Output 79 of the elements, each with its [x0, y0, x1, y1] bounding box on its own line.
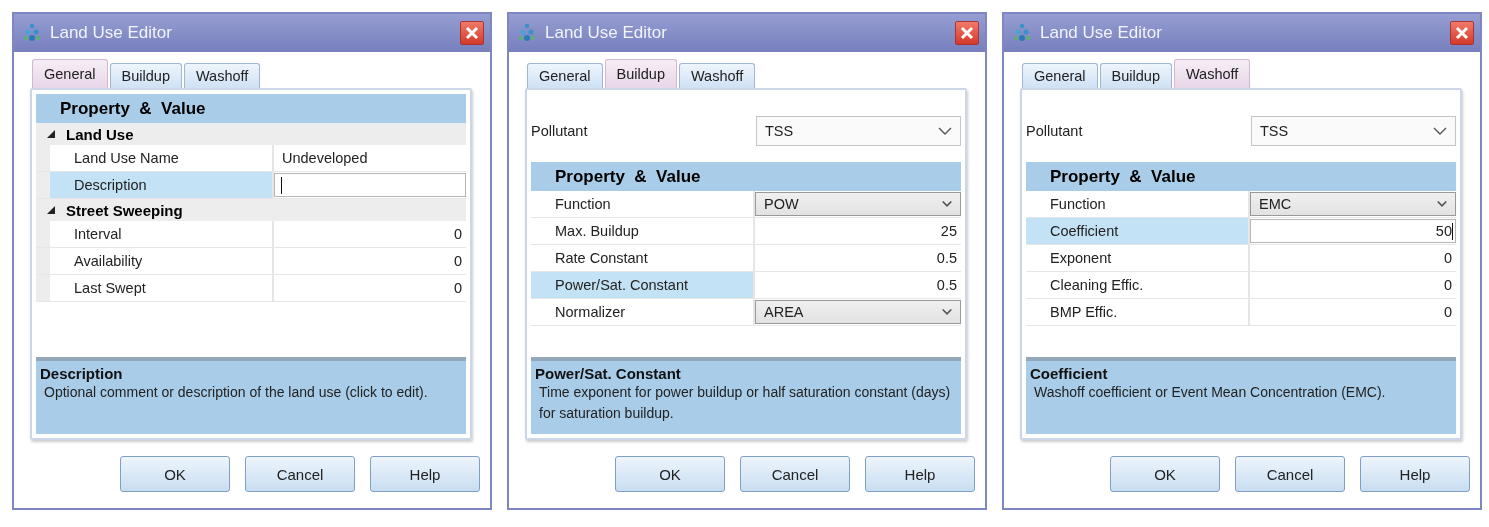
tab[interactable]: Buildup	[1099, 63, 1172, 88]
tab[interactable]: Washoff	[183, 63, 261, 88]
close-button[interactable]	[1450, 21, 1474, 45]
dialog-button[interactable]: Cancel	[1235, 456, 1345, 492]
dialog-button[interactable]: Help	[370, 456, 480, 492]
dialog-button[interactable]: Cancel	[245, 456, 355, 492]
chevron-icon	[1437, 200, 1447, 208]
value-field[interactable]	[274, 173, 466, 197]
value-dropdown[interactable]: AREA	[755, 300, 961, 324]
pollutant-label: Pollutant	[1026, 123, 1084, 139]
description-text: Optional comment or description of the land use (click to edit).	[43, 383, 429, 402]
close-icon	[1455, 26, 1469, 40]
property-name[interactable]: Max. Buildup	[531, 218, 755, 244]
dialog-button[interactable]: OK	[1110, 456, 1220, 492]
description-title: Power/Sat. Constant	[535, 365, 682, 382]
chevron-icon	[942, 200, 952, 208]
property-name[interactable]: BMP Effic.	[1026, 299, 1250, 325]
window-title: Land Use Editor	[545, 23, 668, 43]
property-name[interactable]: Cleaning Effic.	[1026, 272, 1250, 298]
property-name[interactable]: Power/Sat. Constant	[531, 272, 755, 298]
text-cursor	[281, 176, 282, 194]
grid-header: Property & Value	[1026, 162, 1456, 191]
tab[interactable]: Washoff	[678, 63, 756, 88]
tab[interactable]: Buildup	[604, 59, 677, 88]
chevron-icon	[938, 126, 952, 136]
property-name[interactable]: Exponent	[1026, 245, 1250, 271]
property-name[interactable]: Interval	[50, 221, 274, 247]
description-text: Time exponent for power buildup or half saturation constant (days) for saturation buildup.	[538, 383, 952, 423]
droplets-icon	[517, 23, 537, 43]
tab[interactable]: Washoff	[1173, 59, 1251, 88]
property-name[interactable]: Last Swept	[50, 275, 274, 301]
description-title: Description	[40, 365, 124, 382]
chevron-icon	[1433, 126, 1447, 136]
pollutant-label: Pollutant	[531, 123, 589, 139]
property-value: 0	[1442, 276, 1453, 295]
category-label: Land Use	[66, 125, 134, 143]
property-value: 0	[1442, 249, 1453, 268]
property-name[interactable]: Coefficient	[1026, 218, 1250, 244]
droplets-icon	[22, 23, 42, 43]
description-text: Washoff coefficient or Event Mean Concentration (EMC).	[1033, 383, 1387, 402]
grid-header: Property & Value	[36, 94, 466, 123]
expanded-triangle-icon[interactable]	[47, 130, 55, 138]
dialog-button[interactable]: Help	[865, 456, 975, 492]
property-name[interactable]: Availability	[50, 248, 274, 274]
property-value: 0	[452, 252, 463, 271]
property-value: 0	[452, 225, 463, 244]
tab[interactable]: General	[1022, 63, 1098, 88]
property-value: 25	[939, 222, 958, 241]
tab[interactable]: General	[32, 59, 108, 88]
value-dropdown[interactable]: POW	[755, 192, 961, 216]
window-title: Land Use Editor	[50, 23, 173, 43]
dialog-button[interactable]: Cancel	[740, 456, 850, 492]
pollutant-dropdown[interactable]: TSS	[1251, 116, 1456, 146]
tab[interactable]: Buildup	[109, 63, 182, 88]
expanded-triangle-icon[interactable]	[47, 206, 55, 214]
property-name[interactable]: Description	[50, 172, 274, 198]
close-icon	[960, 26, 974, 40]
close-button[interactable]	[460, 21, 484, 45]
property-value: 0.5	[935, 249, 958, 268]
property-value: Undeveloped	[281, 149, 369, 168]
dialog-button[interactable]: OK	[120, 456, 230, 492]
value-dropdown[interactable]: EMC	[1250, 192, 1456, 216]
value-field[interactable]: 50	[1250, 219, 1456, 243]
tab[interactable]: General	[527, 63, 603, 88]
close-button[interactable]	[955, 21, 979, 45]
chevron-icon	[942, 308, 952, 316]
dialog-button[interactable]: OK	[615, 456, 725, 492]
property-value: 0	[452, 279, 463, 298]
property-value: 0	[1442, 303, 1453, 322]
text-cursor	[1452, 222, 1453, 240]
description-title: Coefficient	[1030, 365, 1109, 382]
window-title: Land Use Editor	[1040, 23, 1163, 43]
dialog-button[interactable]: Help	[1360, 456, 1470, 492]
droplets-icon	[1012, 23, 1032, 43]
category-label: Street Sweeping	[66, 201, 183, 219]
close-icon	[465, 26, 479, 40]
pollutant-dropdown[interactable]: TSS	[756, 116, 961, 146]
grid-header: Property & Value	[531, 162, 961, 191]
property-value: 0.5	[935, 276, 958, 295]
